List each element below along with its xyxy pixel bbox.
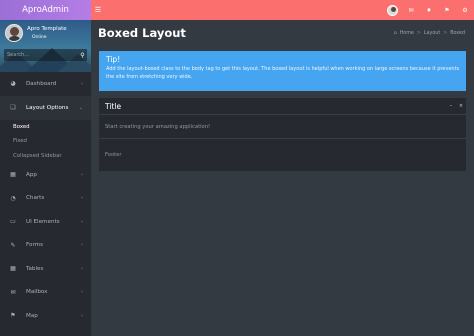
home-icon: ⌂ — [393, 31, 397, 36]
menu-icon[interactable]: ☰ — [91, 0, 105, 20]
search-icon[interactable]: ⚲ — [78, 49, 87, 61]
sidebar-item-dashboard[interactable]: ◕ Dashboard ‹ — [0, 72, 91, 96]
sidebar-item-map[interactable]: ⚑ Map ‹ — [0, 304, 91, 328]
breadcrumb-layout[interactable]: Layout — [424, 31, 440, 36]
breadcrumb-current: Boxed — [450, 31, 465, 36]
chevron-left-icon: ‹ — [81, 242, 83, 249]
sidebar-item-tables[interactable]: ▦ Tables ‹ — [0, 257, 91, 281]
mail-icon[interactable]: ✉ — [402, 0, 420, 20]
laptop-icon: ▭ — [10, 218, 16, 226]
chevron-left-icon: ‹ — [81, 195, 83, 202]
chevron-left-icon: ‹ — [81, 265, 83, 272]
callout-text: Add the layout-boxed class to the body t… — [106, 66, 460, 80]
breadcrumb-separator: > — [416, 31, 421, 36]
minus-icon[interactable]: – — [446, 98, 456, 115]
sidebar-item-label: Forms — [26, 242, 44, 249]
envelope-icon: ✉ — [10, 288, 16, 296]
chevron-left-icon: ‹ — [81, 80, 83, 87]
content-box: Title – × Start creating your amazing ap… — [99, 98, 466, 171]
sidebar-item-label: Layout Options — [26, 104, 69, 111]
breadcrumb-separator: > — [443, 31, 448, 36]
sidebar-item-layout-options[interactable]: ❏ Layout Options ⌄ — [0, 95, 91, 120]
sidebar-item-label: UI Elements — [26, 218, 60, 225]
chevron-left-icon: ‹ — [81, 289, 83, 296]
sidebar-item-label: Map — [26, 312, 38, 319]
chevron-down-icon: ⌄ — [78, 104, 83, 111]
sidebar-item-forms[interactable]: ✎ Forms ‹ — [0, 234, 91, 258]
sidebar: AproAdmin Apro Template Online ⚲ ◕ Dashb… — [0, 0, 91, 336]
table-icon: ▦ — [10, 265, 16, 273]
sidebar-item-label: Dashboard — [26, 80, 57, 87]
map-icon: ⚑ — [10, 312, 16, 320]
box-body: Start creating your amazing application! — [105, 123, 211, 130]
sidebar-item-app[interactable]: ▦ App ‹ — [0, 163, 91, 187]
sidebar-item-ui-elements[interactable]: ▭ UI Elements ‹ — [0, 210, 91, 234]
brand-name: AproAdmin — [22, 5, 69, 15]
chevron-left-icon: ‹ — [81, 312, 83, 319]
content-wrapper: Boxed Layout ⌂ Home > Layout > Boxed Tip… — [91, 20, 474, 336]
brand-logo[interactable]: AproAdmin — [0, 0, 91, 20]
navbar-right: ✉ ♦ ⚑ ⚙ — [387, 0, 474, 20]
sidebar-search: ⚲ — [4, 49, 87, 61]
sidebar-item-label: Mailbox — [26, 289, 48, 296]
breadcrumb-home[interactable]: Home — [400, 31, 414, 36]
box-footer: Footer — [99, 138, 466, 170]
gear-icon[interactable]: ⚙ — [456, 0, 474, 20]
flag-icon[interactable]: ⚑ — [438, 0, 456, 20]
sidebar-menu: ◕ Dashboard ‹ ❏ Layout Options ⌄ Boxed F… — [0, 72, 91, 328]
sidebar-item-label: Tables — [26, 265, 44, 272]
sidebar-search-input[interactable] — [4, 49, 78, 61]
sidebar-item-label: Charts — [26, 195, 45, 202]
box-title: Title — [105, 101, 122, 111]
pie-chart-icon: ◔ — [10, 194, 16, 202]
user-status: Online — [32, 35, 47, 40]
user-avatar[interactable] — [5, 24, 23, 42]
sidebar-subitem-boxed[interactable]: Boxed — [0, 120, 91, 135]
sidebar-item-mailbox[interactable]: ✉ Mailbox ‹ — [0, 281, 91, 305]
navbar-avatar[interactable] — [387, 4, 398, 16]
pencil-icon: ✎ — [10, 241, 16, 249]
sidebar-subitem-fixed[interactable]: Fixed — [0, 134, 91, 149]
dashboard-icon: ◕ — [10, 80, 16, 88]
app-grid-icon: ▦ — [10, 171, 16, 179]
box-header: Title – × — [99, 98, 466, 115]
sidebar-item-charts[interactable]: ◔ Charts ‹ — [0, 187, 91, 211]
bell-icon[interactable]: ♦ — [420, 0, 438, 20]
callout-title: Tip! — [106, 55, 121, 64]
chevron-left-icon: ‹ — [81, 218, 83, 225]
chevron-left-icon: ‹ — [81, 171, 83, 178]
user-panel: Apro Template Online ⚲ — [0, 20, 91, 72]
sidebar-item-label: App — [26, 171, 37, 178]
layout-icon: ❏ — [10, 104, 16, 111]
user-name: Apro Template — [27, 26, 67, 32]
sidebar-subitem-collapsed-sidebar[interactable]: Collapsed Sidebar — [0, 149, 91, 164]
tip-callout: Tip! Add the layout-boxed class to the b… — [99, 51, 466, 91]
page-title: Boxed Layout — [98, 26, 186, 40]
breadcrumb: ⌂ Home > Layout > Boxed — [394, 31, 465, 36]
top-navbar: ☰ ✉ ♦ ⚑ ⚙ — [91, 0, 474, 20]
close-icon[interactable]: × — [456, 98, 466, 115]
